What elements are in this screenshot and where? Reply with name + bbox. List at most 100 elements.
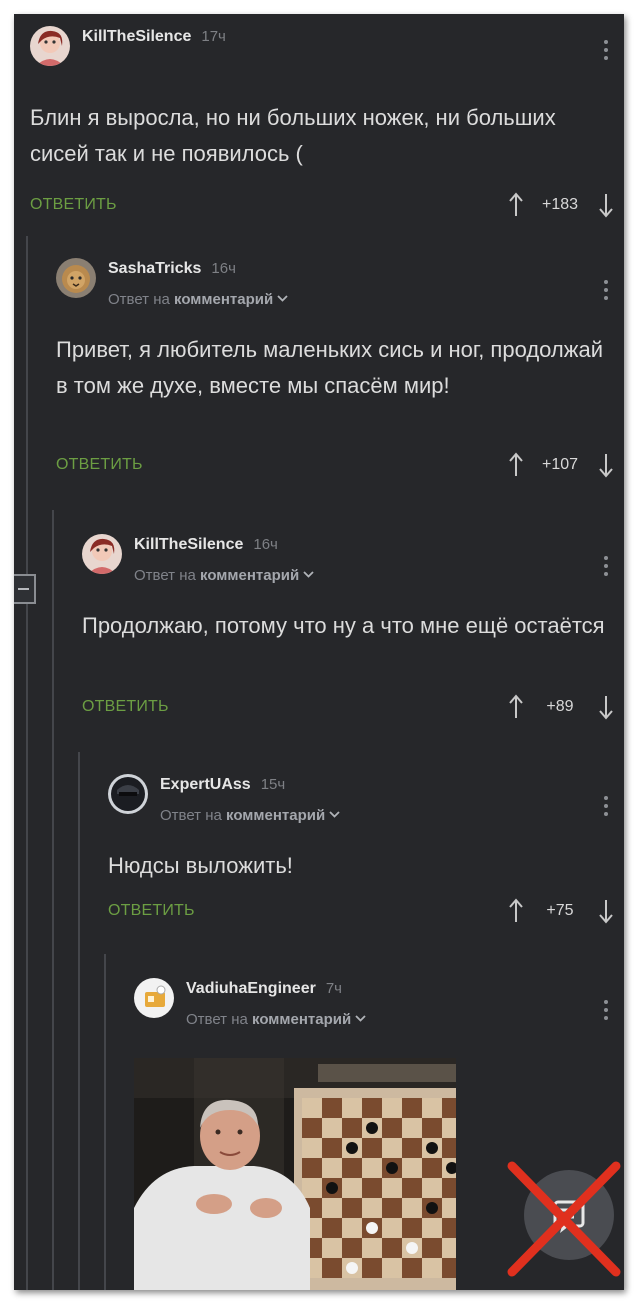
board-square [442, 1098, 456, 1118]
kebab-menu-icon[interactable] [604, 796, 608, 820]
comment-time: 17ч [201, 28, 226, 45]
comment-image[interactable] [134, 1058, 456, 1290]
board-square [362, 1238, 382, 1258]
comment-header: ExpertUAss 15ч Ответ на комментарий [108, 774, 624, 824]
comment-score: +89 [546, 698, 574, 715]
board-square [302, 1118, 322, 1138]
arrow-up-icon[interactable] [508, 192, 524, 218]
comment-author[interactable]: VadiuhaEngineer 7ч [186, 978, 342, 1000]
comment: VadiuhaEngineer 7ч Ответ на комментарий [134, 978, 624, 1028]
board-square [442, 1118, 456, 1138]
avatar[interactable] [82, 534, 122, 574]
board-square [422, 1118, 442, 1138]
reply-button[interactable]: ОТВЕТИТЬ [56, 450, 143, 480]
vote-controls: +107 [508, 450, 614, 480]
chess-piece [346, 1142, 358, 1154]
chess-piece [426, 1202, 438, 1214]
comment-text: Блин я выросла, но ни больших ножек, ни … [30, 105, 556, 166]
chevron-down-icon [329, 811, 340, 818]
arrow-down-icon[interactable] [598, 452, 614, 478]
comment-actions: ОТВЕТИТЬ +107 [56, 450, 624, 480]
collapse-thread-button[interactable] [14, 574, 36, 604]
board-square [442, 1218, 456, 1238]
avatar[interactable] [108, 774, 148, 814]
board-square [442, 1258, 456, 1278]
avatar[interactable] [30, 26, 70, 66]
arrow-down-icon[interactable] [598, 898, 614, 924]
comment-text: Привет, я любитель маленьких сись и ног,… [56, 337, 603, 398]
chevron-down-icon [277, 295, 288, 302]
comment-text: Продолжаю, потому что ну а что мне ещё о… [82, 613, 605, 638]
board-square [382, 1258, 402, 1278]
board-square [442, 1198, 456, 1218]
chess-piece [426, 1142, 438, 1154]
chess-piece [326, 1182, 338, 1194]
arrow-up-icon[interactable] [508, 452, 524, 478]
kebab-menu-icon[interactable] [604, 1000, 608, 1024]
board-square [382, 1198, 402, 1218]
comment-time: 16ч [253, 536, 278, 553]
reply-button[interactable]: ОТВЕТИТЬ [82, 692, 169, 722]
board-square [382, 1138, 402, 1158]
thread-line [26, 236, 28, 1290]
red-cross-mark [507, 1161, 621, 1277]
reply-to-link[interactable]: Ответ на комментарий [160, 806, 340, 826]
kebab-menu-icon[interactable] [604, 556, 608, 580]
comment: ExpertUAss 15ч Ответ на комментарий Нюдсы… [108, 774, 624, 926]
comment-author[interactable]: KillTheSilence 16ч [134, 534, 278, 556]
comment-score: +75 [546, 902, 574, 919]
comment-text: Нюдсы выложить! [108, 853, 293, 878]
reply-to-link[interactable]: Ответ на комментарий [108, 290, 288, 310]
board-square [302, 1158, 322, 1178]
board-square [362, 1178, 382, 1198]
avatar[interactable] [134, 978, 174, 1018]
board-square [322, 1258, 342, 1278]
thread-line [104, 954, 106, 1290]
board-square [382, 1238, 402, 1258]
board-square [322, 1218, 342, 1238]
board-square [302, 1138, 322, 1158]
comment-header: SashaTricks 16ч Ответ на комментарий [56, 258, 624, 308]
board-square [382, 1178, 402, 1198]
comment-score: +183 [541, 196, 579, 213]
comment-author[interactable]: SashaTricks 16ч [108, 258, 236, 280]
reply-to-link[interactable]: Ответ на комментарий [186, 1010, 366, 1030]
comment: KillTheSilence 17ч Блин я выросла, но ни … [30, 26, 624, 220]
board-square [342, 1158, 362, 1178]
board-square [402, 1118, 422, 1138]
reply-button[interactable]: ОТВЕТИТЬ [108, 896, 195, 926]
board-square [422, 1158, 442, 1178]
board-square [322, 1238, 342, 1258]
thread-line [78, 752, 80, 1290]
board-square [342, 1198, 362, 1218]
chess-piece [366, 1122, 378, 1134]
arrow-up-icon[interactable] [508, 694, 524, 720]
arrow-down-icon[interactable] [598, 694, 614, 720]
arrow-down-icon[interactable] [598, 192, 614, 218]
comment-actions: ОТВЕТИТЬ +75 [108, 896, 624, 926]
arrow-up-icon[interactable] [508, 898, 524, 924]
board-square [302, 1178, 322, 1198]
board-square [302, 1098, 322, 1118]
board-square [362, 1158, 382, 1178]
comment-time: 16ч [211, 260, 236, 277]
avatar[interactable] [56, 258, 96, 298]
comment-time: 15ч [260, 776, 286, 793]
comment: SashaTricks 16ч Ответ на комментарий Прив… [56, 258, 624, 480]
thread-line [52, 510, 54, 1290]
board-square [402, 1138, 422, 1158]
board-square [422, 1238, 442, 1258]
comment-author[interactable]: KillTheSilence 17ч [82, 26, 226, 48]
kebab-menu-icon[interactable] [604, 40, 608, 64]
comment-author[interactable]: ExpertUAss 15ч [160, 774, 285, 796]
board-square [382, 1098, 402, 1118]
reply-button[interactable]: ОТВЕТИТЬ [30, 190, 117, 220]
board-square [402, 1098, 422, 1118]
board-square [382, 1218, 402, 1238]
chess-piece [346, 1262, 358, 1274]
board-square [422, 1218, 442, 1238]
reply-to-link[interactable]: Ответ на комментарий [134, 566, 314, 586]
board-square [402, 1158, 422, 1178]
board-square [422, 1258, 442, 1278]
kebab-menu-icon[interactable] [604, 280, 608, 304]
